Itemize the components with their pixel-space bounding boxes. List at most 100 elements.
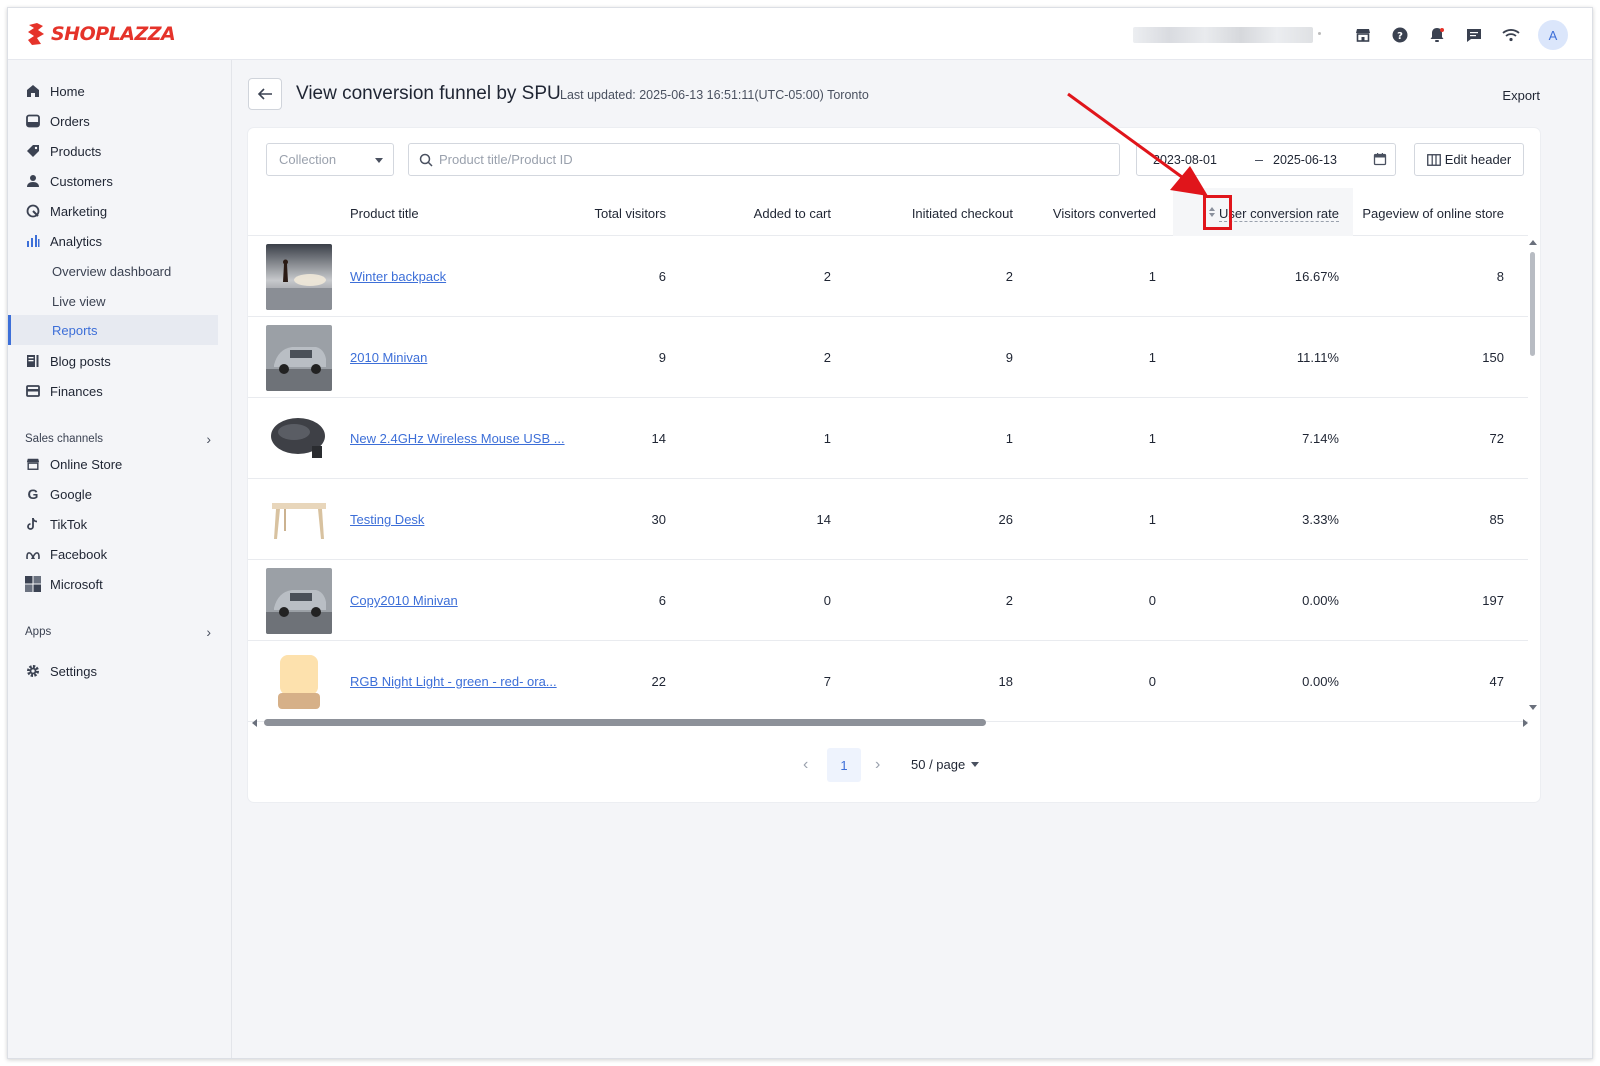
sidebar-item-orders[interactable]: Orders bbox=[8, 107, 218, 135]
sales-channels-label: Sales channels bbox=[25, 433, 103, 445]
calendar-icon bbox=[1373, 153, 1387, 166]
sidebar-item-label: Online Store bbox=[50, 456, 123, 472]
vertical-scroll-thumb[interactable] bbox=[1530, 252, 1535, 356]
product-link[interactable]: Copy2010 Minivan bbox=[350, 593, 458, 608]
sidebar-item-overview-dashboard[interactable]: Overview dashboard bbox=[8, 257, 218, 285]
horizontal-scroll-thumb[interactable] bbox=[264, 719, 986, 726]
sidebar-item-blog-posts[interactable]: Blog posts bbox=[8, 347, 218, 375]
scroll-right-arrow[interactable] bbox=[1523, 719, 1528, 727]
sales-channels-header[interactable]: Sales channels › bbox=[25, 431, 211, 447]
finances-icon bbox=[25, 383, 41, 399]
sidebar-item-tiktok[interactable]: TikTok bbox=[8, 510, 218, 538]
cell-total-visitors: 6 bbox=[658, 593, 666, 608]
product-link[interactable]: RGB Night Light - green - red- ora... bbox=[350, 674, 557, 689]
tag-icon bbox=[25, 143, 41, 159]
back-button[interactable] bbox=[248, 78, 282, 110]
column-header-pageview-online-store[interactable]: Pageview of online store bbox=[1362, 206, 1504, 221]
tiktok-icon bbox=[25, 516, 41, 532]
search-icon bbox=[419, 153, 433, 167]
page-title: View conversion funnel by SPU bbox=[296, 83, 561, 104]
apps-header[interactable]: Apps › bbox=[25, 624, 211, 640]
column-header-added-to-cart[interactable]: Added to cart bbox=[754, 206, 831, 221]
store-icon[interactable] bbox=[1352, 24, 1374, 46]
column-header-product-title[interactable]: Product title bbox=[350, 206, 419, 221]
table-row: Copy2010 Minivan 6 0 2 0 0.00% 197 bbox=[248, 560, 1528, 641]
product-link[interactable]: New 2.4GHz Wireless Mouse USB ... bbox=[350, 431, 565, 446]
chevron-left-icon[interactable]: ‹ bbox=[803, 756, 808, 774]
google-icon: G bbox=[27, 486, 39, 502]
store-name-redacted[interactable] bbox=[1133, 27, 1313, 43]
export-button[interactable]: Export bbox=[1502, 88, 1540, 103]
sidebar-item-marketing[interactable]: Marketing bbox=[8, 197, 218, 225]
column-header-visitors-converted[interactable]: Visitors converted bbox=[1053, 206, 1156, 221]
search-input[interactable]: Product title/Product ID bbox=[408, 143, 1120, 176]
sidebar-item-label: Marketing bbox=[50, 203, 108, 219]
cell-conversion-rate: 0.00% bbox=[1302, 674, 1339, 689]
column-header-total-visitors[interactable]: Total visitors bbox=[594, 206, 666, 221]
cell-added-to-cart: 0 bbox=[823, 593, 831, 608]
message-icon[interactable] bbox=[1463, 24, 1485, 46]
funnel-table: Product title Total visitors Added to ca… bbox=[248, 188, 1540, 728]
product-link[interactable]: Winter backpack bbox=[350, 269, 446, 284]
page-size-label: 50 / page bbox=[911, 757, 966, 772]
marketing-icon bbox=[25, 203, 41, 219]
wifi-icon[interactable] bbox=[1500, 24, 1522, 46]
sidebar-item-live-view[interactable]: Live view bbox=[8, 287, 218, 315]
edit-header-button[interactable]: Edit header bbox=[1414, 143, 1524, 176]
sidebar-item-online-store[interactable]: Online Store bbox=[8, 450, 218, 478]
sidebar-item-settings[interactable]: Settings bbox=[8, 657, 218, 685]
cell-visitors-converted: 1 bbox=[1148, 512, 1156, 527]
sidebar-item-products[interactable]: Products bbox=[8, 137, 218, 165]
product-thumbnail[interactable] bbox=[266, 487, 332, 553]
store-separator-dot bbox=[1318, 32, 1321, 35]
caret-down-icon bbox=[375, 158, 383, 163]
help-icon[interactable]: ? bbox=[1389, 24, 1411, 46]
sidebar-item-label: Overview dashboard bbox=[52, 263, 172, 279]
page-header: View conversion funnel by SPU Last updat… bbox=[248, 78, 1548, 112]
product-link[interactable]: 2010 Minivan bbox=[350, 350, 427, 365]
cell-conversion-rate: 3.33% bbox=[1302, 512, 1339, 527]
app-window: SHOPLAZZA ? A Home Orders Products Custo… bbox=[7, 7, 1593, 1059]
collection-select[interactable]: Collection bbox=[266, 143, 394, 176]
sidebar-item-facebook[interactable]: Facebook bbox=[8, 540, 218, 568]
table-row: New 2.4GHz Wireless Mouse USB ... 14 1 1… bbox=[248, 398, 1528, 479]
page-size-select[interactable]: 50 / page bbox=[911, 757, 980, 772]
date-end[interactable]: 2025-06-13 bbox=[1273, 153, 1337, 167]
chevron-right-icon[interactable]: › bbox=[875, 756, 880, 774]
sidebar-item-finances[interactable]: Finances bbox=[8, 377, 218, 405]
cell-pageviews: 85 bbox=[1489, 512, 1504, 527]
avatar[interactable]: A bbox=[1538, 20, 1568, 50]
orders-icon bbox=[25, 113, 41, 129]
shoplazza-logo[interactable]: SHOPLAZZA bbox=[25, 22, 176, 46]
cell-pageviews: 72 bbox=[1489, 431, 1504, 446]
product-thumbnail[interactable] bbox=[266, 406, 332, 472]
sidebar-item-reports[interactable]: Reports bbox=[8, 315, 218, 345]
cell-initiated-checkout: 9 bbox=[1005, 350, 1013, 365]
user-icon bbox=[25, 173, 41, 189]
vertical-scrollbar[interactable] bbox=[1528, 240, 1537, 710]
sidebar-item-google[interactable]: G Google bbox=[8, 480, 218, 508]
page-number-current[interactable]: 1 bbox=[827, 748, 861, 782]
cell-initiated-checkout: 26 bbox=[998, 512, 1013, 527]
cell-pageviews: 8 bbox=[1496, 269, 1504, 284]
product-link[interactable]: Testing Desk bbox=[350, 512, 424, 527]
product-thumbnail[interactable] bbox=[266, 325, 332, 391]
scroll-down-arrow[interactable] bbox=[1529, 705, 1537, 710]
logo-mark-icon bbox=[28, 23, 44, 45]
sidebar-item-label: Customers bbox=[50, 173, 113, 189]
bell-icon[interactable] bbox=[1426, 24, 1448, 46]
scroll-up-arrow[interactable] bbox=[1529, 240, 1537, 245]
product-thumbnail[interactable] bbox=[266, 244, 332, 310]
sidebar-item-microsoft[interactable]: Microsoft bbox=[8, 570, 218, 598]
sidebar-item-customers[interactable]: Customers bbox=[8, 167, 218, 195]
sidebar-item-home[interactable]: Home bbox=[8, 77, 218, 105]
column-header-initiated-checkout[interactable]: Initiated checkout bbox=[912, 206, 1013, 221]
sidebar-item-analytics[interactable]: Analytics bbox=[8, 227, 218, 255]
product-thumbnail[interactable] bbox=[266, 568, 332, 634]
pagination: ‹ 1 › 50 / page bbox=[803, 748, 1003, 782]
horizontal-scrollbar[interactable] bbox=[252, 716, 1528, 728]
report-card: Collection Product title/Product ID 2 0 2 3… bbox=[248, 128, 1540, 802]
column-header-user-conversion-rate[interactable]: User conversion rate bbox=[1219, 206, 1339, 222]
product-thumbnail[interactable] bbox=[266, 649, 332, 715]
scroll-left-arrow[interactable] bbox=[252, 719, 257, 727]
